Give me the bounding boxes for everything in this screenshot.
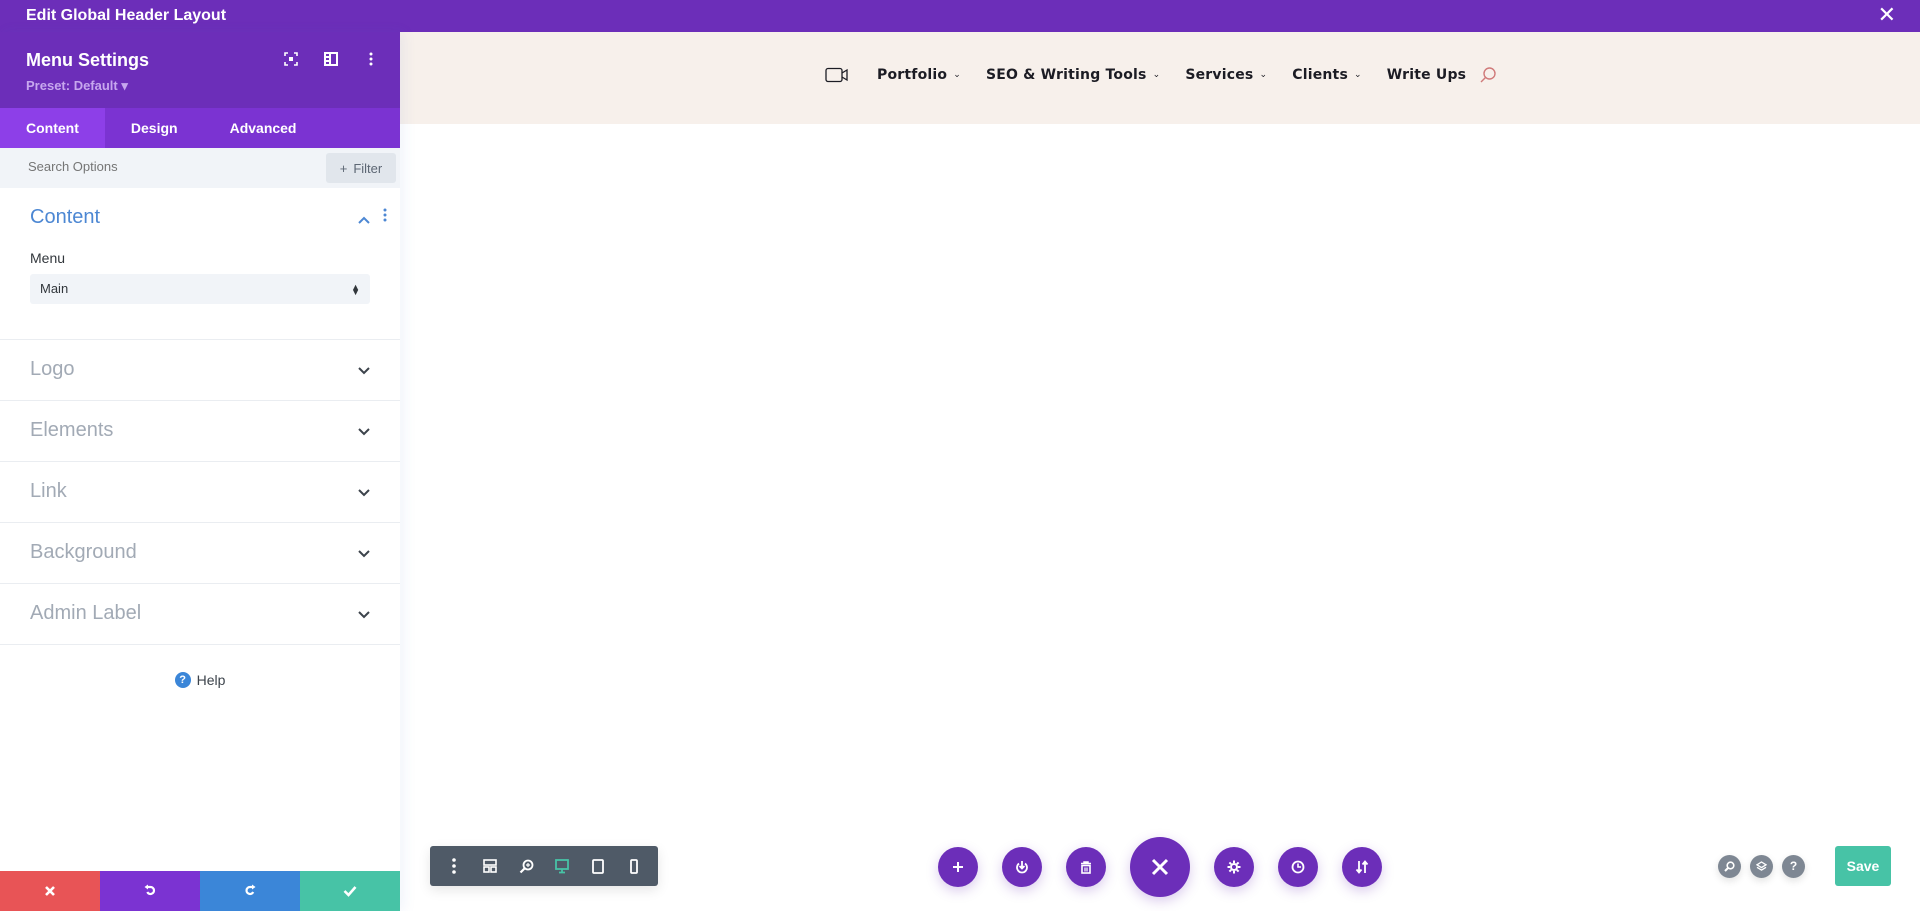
more-options-icon[interactable]: [362, 50, 380, 68]
close-icon: [1151, 858, 1169, 876]
history-button[interactable]: [1278, 847, 1318, 887]
plus-icon: [953, 862, 963, 872]
power-download-icon: [1016, 861, 1028, 874]
portability-button[interactable]: [1002, 847, 1042, 887]
page-settings-button[interactable]: [1214, 847, 1254, 887]
section-title: Background: [30, 541, 137, 563]
window-title: Edit Global Header Layout: [26, 7, 227, 24]
builder-top-bar: Edit Global Header Layout ✕: [0, 0, 1920, 32]
search-row: + Filter: [0, 148, 400, 188]
search-icon[interactable]: [1479, 66, 1497, 84]
panel-tabs: Content Design Advanced: [0, 108, 400, 148]
panel-title: Menu Settings: [26, 50, 150, 70]
right-toolbar: ? Save: [1718, 846, 1891, 886]
chevron-down-icon: ⌄: [1353, 70, 1362, 80]
menu-field-label: Menu: [30, 250, 66, 266]
question-icon: ?: [1789, 859, 1798, 873]
save-button[interactable]: Save: [1835, 846, 1891, 886]
site-header-preview: Portfolio ⌄ SEO & Writing Tools ⌄ Services…: [400, 32, 1920, 124]
nav-label: Portfolio: [877, 67, 948, 83]
trash-icon: [1081, 860, 1091, 874]
menu-select-value: Main: [40, 281, 69, 296]
chevron-down-icon: [358, 423, 370, 441]
redo-button[interactable]: [200, 871, 300, 911]
section-background[interactable]: Background: [0, 523, 400, 584]
nav-label: SEO & Writing Tools: [985, 67, 1147, 83]
filter-label: Filter: [353, 160, 383, 176]
section-title: Logo: [30, 358, 75, 380]
confirm-button[interactable]: [300, 871, 400, 911]
nav-item-portfolio[interactable]: Portfolio ⌄: [877, 67, 961, 83]
chevron-down-icon: ⌄: [1259, 70, 1268, 80]
sort-arrows-icon: [1355, 860, 1369, 874]
panel-actions: [0, 871, 400, 911]
nav-item-write-ups[interactable]: Write Ups: [1387, 67, 1466, 83]
nav-item-clients[interactable]: Clients ⌄: [1292, 67, 1362, 83]
panel-header: Menu Settings Preset: Default ▾: [0, 32, 400, 108]
filter-button[interactable]: + Filter: [326, 153, 396, 183]
clear-layout-button[interactable]: [1066, 847, 1106, 887]
chevron-up-icon[interactable]: [358, 212, 370, 227]
section-title[interactable]: Content: [30, 206, 100, 229]
sort-button[interactable]: [1342, 847, 1382, 887]
section-link[interactable]: Link: [0, 462, 400, 523]
search-icon: [1724, 860, 1735, 872]
section-more-icon[interactable]: [383, 208, 387, 225]
chevron-down-icon: ⌄: [1152, 70, 1161, 80]
section-title: Admin Label: [30, 602, 142, 624]
help-link[interactable]: ? Help: [0, 672, 400, 688]
menu-select[interactable]: Main ▲ ▼: [30, 274, 370, 304]
plus-icon: +: [339, 160, 348, 176]
section-content: Content Menu Main ▲ ▼: [0, 188, 400, 340]
split-view-icon[interactable]: [322, 50, 340, 68]
chevron-down-icon: [358, 545, 370, 563]
chevron-down-icon: [358, 606, 370, 624]
clock-icon: [1291, 860, 1305, 874]
preset-dropdown[interactable]: Preset: Default ▾: [26, 78, 128, 94]
undo-button[interactable]: [100, 871, 200, 911]
redo-icon: [245, 884, 256, 896]
close-builder-button[interactable]: [1130, 837, 1190, 897]
check-icon: [343, 886, 357, 897]
help-label: Help: [196, 672, 226, 688]
tab-advanced[interactable]: Advanced: [204, 108, 323, 148]
section-title: Link: [30, 480, 67, 502]
help-icon: ?: [174, 672, 191, 688]
settings-panel: Menu Settings Preset: Default ▾ Content …: [0, 32, 400, 911]
discard-button[interactable]: [0, 871, 100, 911]
layers-button[interactable]: [1750, 854, 1773, 878]
nav-item-services[interactable]: Services ⌄: [1185, 67, 1267, 83]
nav-label: Write Ups: [1386, 67, 1467, 83]
site-nav: Portfolio ⌄ SEO & Writing Tools ⌄ Services…: [825, 66, 1497, 84]
gear-icon: [1227, 860, 1241, 874]
x-icon: [45, 886, 55, 896]
find-replace-button[interactable]: [1718, 854, 1741, 878]
nav-label: Services: [1185, 67, 1254, 83]
tab-design[interactable]: Design: [105, 108, 204, 148]
layers-icon: [1756, 860, 1767, 871]
add-module-button[interactable]: [938, 847, 978, 887]
chevron-down-icon: [358, 484, 370, 502]
help-button[interactable]: ?: [1782, 854, 1805, 878]
section-elements[interactable]: Elements: [0, 401, 400, 462]
video-camera-icon[interactable]: [825, 67, 849, 83]
select-arrows-icon: ▲ ▼: [351, 281, 360, 297]
search-options-input[interactable]: [28, 159, 308, 174]
nav-label: Clients: [1292, 67, 1348, 83]
tab-content[interactable]: Content: [0, 108, 105, 148]
nav-item-seo-writing-tools[interactable]: SEO & Writing Tools ⌄: [986, 67, 1160, 83]
undo-icon: [144, 884, 156, 896]
chevron-down-icon: ⌄: [953, 70, 961, 80]
section-admin-label[interactable]: Admin Label: [0, 584, 400, 645]
section-title: Elements: [30, 419, 114, 441]
section-logo[interactable]: Logo: [0, 340, 400, 401]
close-icon[interactable]: ✕: [1878, 4, 1896, 26]
fullscreen-icon[interactable]: [282, 50, 300, 68]
chevron-down-icon: [358, 362, 370, 380]
